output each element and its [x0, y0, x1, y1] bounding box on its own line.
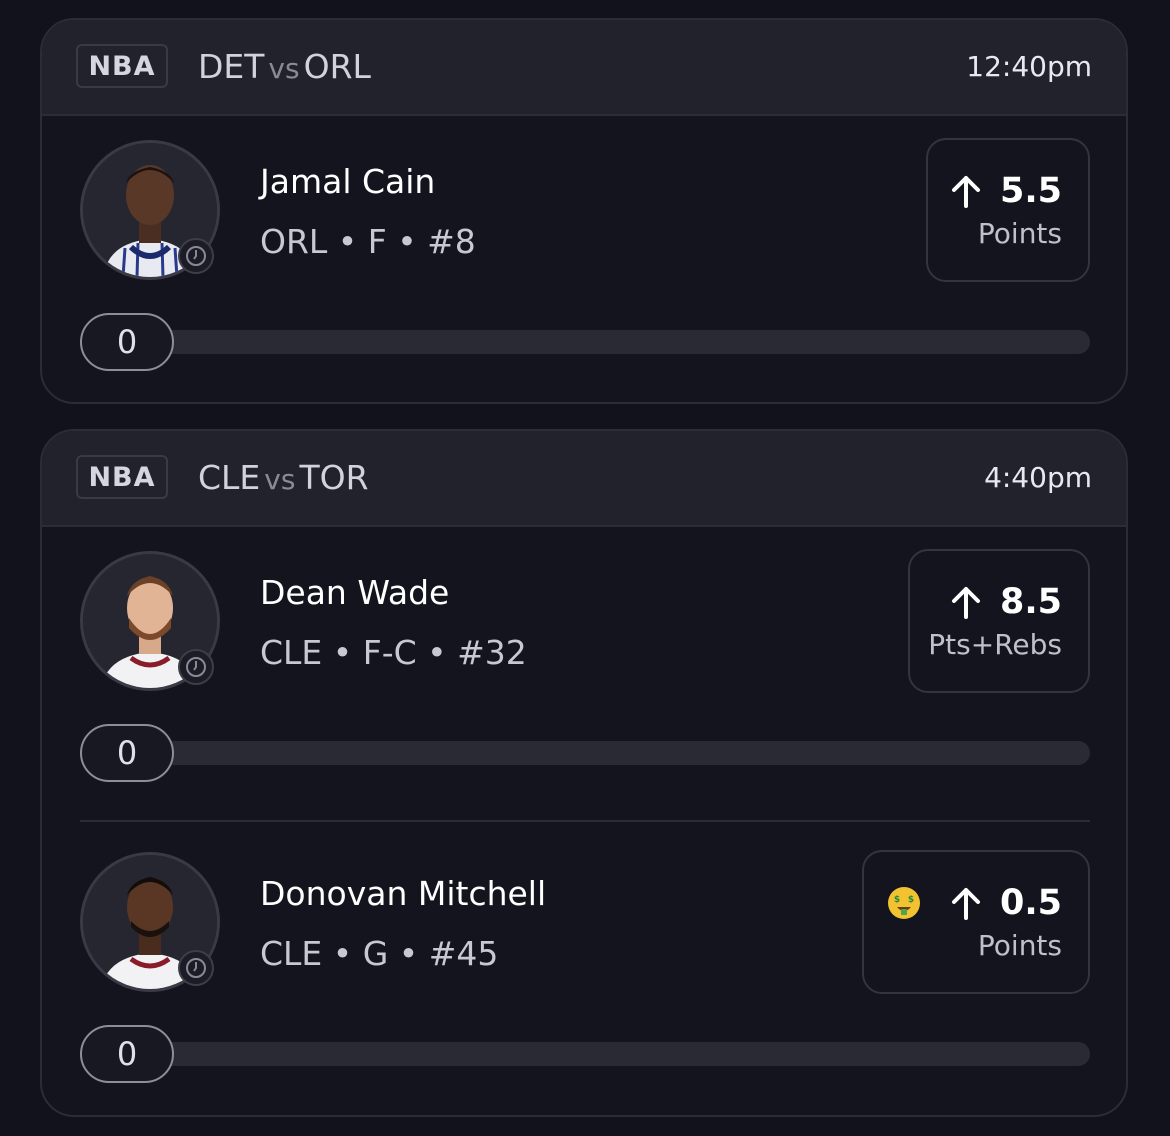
progress-track [124, 741, 1090, 765]
team-a: CLE [198, 458, 261, 497]
player-name: Donovan Mitchell [260, 874, 547, 913]
prop-box[interactable]: $ $ 0.5 Points [862, 850, 1090, 994]
progress-track [124, 330, 1090, 354]
clock-icon [178, 950, 214, 986]
player-meta: CLE • F-C • #32 [260, 633, 527, 672]
progress-track [124, 1042, 1090, 1066]
matchup: DET vs ORL [198, 47, 371, 86]
prop-value: 5.5 [999, 170, 1062, 211]
prop-stat: Points [977, 928, 1062, 962]
prop-stat: Pts+Rebs [928, 627, 1062, 661]
arrow-up-icon [951, 175, 980, 208]
clock-icon [178, 649, 214, 685]
arrow-up-icon [951, 586, 980, 619]
prop-stat: Points [977, 216, 1062, 250]
game-time: 12:40pm [966, 50, 1092, 83]
league-badge: NBA [76, 44, 168, 88]
player-row-donovan-mitchell[interactable]: Donovan Mitchell CLE • G • #45 $ $ 0.5 P… [42, 831, 1126, 1115]
svg-text:$: $ [908, 895, 914, 905]
prop-line: 8.5 [950, 582, 1062, 622]
matchup: CLE vs TOR [198, 458, 369, 497]
game-header: NBA DET vs ORL 12:40pm [42, 20, 1126, 116]
game-header: NBA CLE vs TOR 4:40pm [42, 431, 1126, 527]
money-mouth-face-icon: $ $ [887, 886, 920, 919]
player-meta: ORL • F • #8 [260, 222, 476, 261]
game-card-cle-tor[interactable]: NBA CLE vs TOR 4:40pm Dean Wade CLE • F-C … [40, 429, 1128, 1117]
vs-label: vs [268, 52, 300, 85]
prop-line: $ $ 0.5 [886, 883, 1062, 923]
player-name: Jamal Cain [260, 162, 436, 201]
svg-text:$: $ [894, 895, 900, 905]
vs-label: vs [264, 463, 296, 496]
player-name: Dean Wade [260, 573, 450, 612]
progress-value: 0 [80, 724, 174, 782]
prop-line: 5.5 [950, 171, 1062, 211]
player-row-dean-wade[interactable]: Dean Wade CLE • F-C • #32 8.5 Pts+Rebs 0 [42, 527, 1126, 831]
player-meta: CLE • G • #45 [260, 934, 499, 973]
player-row-jamal-cain[interactable]: Jamal Cain ORL • F • #8 5.5 Points 0 [42, 116, 1126, 402]
prop-value: 0.5 [999, 882, 1062, 923]
team-a: DET [198, 47, 265, 86]
clock-icon [178, 238, 214, 274]
progress-value: 0 [80, 313, 174, 371]
team-b: TOR [299, 458, 369, 497]
prop-value: 8.5 [999, 581, 1062, 622]
game-time: 4:40pm [984, 461, 1092, 494]
prop-box[interactable]: 5.5 Points [926, 138, 1090, 282]
league-badge: NBA [76, 455, 168, 499]
arrow-up-icon [951, 887, 980, 920]
prop-box[interactable]: 8.5 Pts+Rebs [908, 549, 1090, 693]
progress-value: 0 [80, 1025, 174, 1083]
game-card-det-orl[interactable]: NBA DET vs ORL 12:40pm Jamal Cain ORL • F … [40, 18, 1128, 404]
team-b: ORL [303, 47, 371, 86]
divider [80, 820, 1090, 822]
